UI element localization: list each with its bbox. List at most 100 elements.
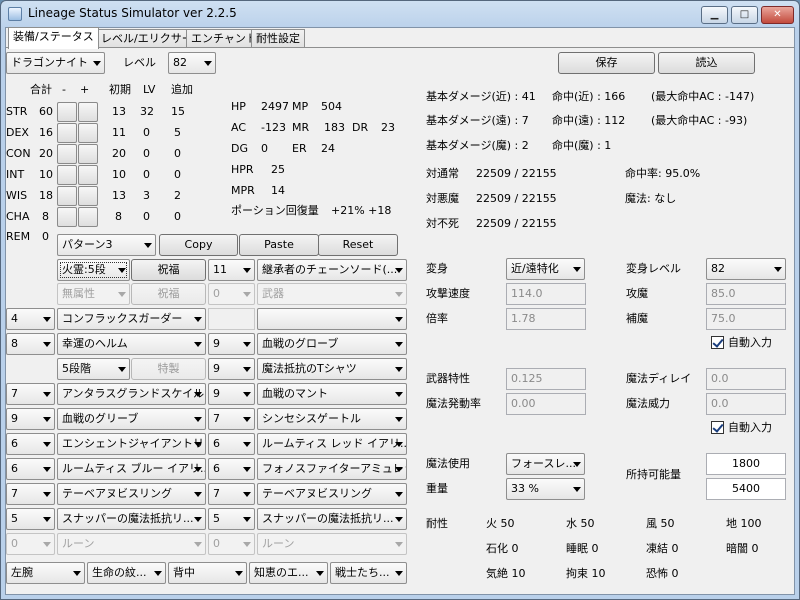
weapon-select[interactable]: 継承者のチェーンソード(... [257, 259, 407, 281]
stat-initial: 13 [112, 189, 126, 202]
bless-button-disabled[interactable]: 祝福 [131, 283, 206, 305]
copy-button[interactable]: Copy [159, 234, 238, 256]
amulet-select[interactable]: フォノスファイターアミュレット [257, 458, 407, 480]
transform-select[interactable]: 近/遠特化 [506, 258, 585, 280]
helm-level-select[interactable]: 8 [6, 333, 55, 355]
rune2-level-select[interactable]: 0 [208, 533, 255, 555]
earring-blue-select[interactable]: ルームティス ブルー イアリ... [57, 458, 206, 480]
ring2-select[interactable]: テーベアヌビスリング [257, 483, 407, 505]
armor-level-select[interactable]: 7 [6, 383, 55, 405]
ring2-level-select[interactable]: 7 [208, 483, 255, 505]
reset-button[interactable]: Reset [318, 234, 398, 256]
shield-level-select[interactable]: 4 [6, 308, 55, 330]
ring1-level-select[interactable]: 7 [6, 483, 55, 505]
glove-level-select[interactable]: 9 [208, 333, 255, 355]
left-arm-select[interactable]: 左腕 [6, 562, 85, 584]
wisdom-select[interactable]: 知恵のエ... [249, 562, 328, 584]
gaiter-select[interactable]: シンセシスゲートル [257, 408, 407, 430]
armor-select[interactable]: アンタラスグランドスケイル... [57, 383, 206, 405]
close-button[interactable]: ✕ [761, 6, 794, 24]
magic-power-field[interactable]: 0.0 [706, 393, 786, 415]
offhand-enchant-select[interactable]: 無属性 [57, 283, 130, 305]
rune2-select[interactable]: ルーン [257, 533, 407, 555]
magic-fire-rate-field[interactable]: 0.00 [506, 393, 586, 415]
auto-input-checkbox-2[interactable] [711, 421, 724, 434]
warriors-select[interactable]: 戦士たち... [330, 562, 407, 584]
ring4-level-select[interactable]: 5 [208, 508, 255, 530]
stat-increase-button[interactable] [78, 144, 98, 164]
helm-select[interactable]: 幸運のヘルム [57, 333, 206, 355]
class-select[interactable]: ドラゴンナイト [6, 52, 105, 74]
chevron-down-icon [395, 542, 403, 547]
ring4-select[interactable]: スナッパーの魔法抵抗リ... [257, 508, 407, 530]
earring-blue-level-select[interactable]: 6 [6, 458, 55, 480]
ring3-level-select[interactable]: 5 [6, 508, 55, 530]
load-button[interactable]: 読込 [658, 52, 755, 74]
weapon-level-select[interactable]: 11 [208, 259, 255, 281]
attack-speed-field[interactable]: 114.0 [506, 283, 586, 305]
rune1-select[interactable]: ルーン [57, 533, 206, 555]
pattern-select[interactable]: パターン3 [57, 234, 156, 256]
capacity-field-1[interactable]: 1800 [706, 453, 786, 475]
stat-increase-button[interactable] [78, 186, 98, 206]
shield-select[interactable]: コンフラックスガーダー [57, 308, 206, 330]
rune1-level-select[interactable]: 0 [6, 533, 55, 555]
title-bar[interactable]: Lineage Status Simulator ver 2.2.5 ▁ □ ✕ [1, 1, 799, 27]
ring1-select[interactable]: テーベアヌビスリング [57, 483, 206, 505]
stat-decrease-button[interactable] [57, 144, 77, 164]
back-select[interactable]: 背中 [168, 562, 247, 584]
paste-button[interactable]: Paste [239, 234, 319, 256]
save-button[interactable]: 保存 [558, 52, 655, 74]
multiplier-field[interactable]: 1.78 [506, 308, 586, 330]
stat-decrease-button[interactable] [57, 207, 77, 227]
stat-increase-button[interactable] [78, 207, 98, 227]
offhand-weapon-select[interactable]: 武器 [257, 283, 407, 305]
ring-level-select[interactable]: 6 [6, 433, 55, 455]
amulet-level-select[interactable]: 6 [208, 458, 255, 480]
glove-select[interactable]: 血戦のグローブ [257, 333, 407, 355]
stage-select[interactable]: 5段階 [57, 358, 130, 380]
support-magic-field[interactable]: 75.0 [706, 308, 786, 330]
ancient-giant-select[interactable]: エンシェントジャイアントリン... [57, 433, 206, 455]
tab-resist-settings[interactable]: 耐性設定 [251, 29, 305, 48]
capacity-field-2[interactable]: 5400 [706, 478, 786, 500]
item-value: ルーン [62, 537, 95, 550]
tab-equipment-status[interactable]: 装備/ステータス [8, 27, 99, 49]
transform-level-select[interactable]: 82 [706, 258, 786, 280]
gaiter-level-select[interactable]: 7 [208, 408, 255, 430]
vs-evil-label: 対悪魔 [426, 192, 459, 205]
earring-red-select[interactable]: ルームティス レッド イアリ... [257, 433, 407, 455]
auto-input-checkbox[interactable] [711, 336, 724, 349]
shirt-level-select[interactable]: 9 [208, 358, 255, 380]
stat-decrease-button[interactable] [57, 186, 77, 206]
cloak-select[interactable]: 血戦のマント [257, 383, 407, 405]
crest-select[interactable]: 生命の紋... [87, 562, 166, 584]
stat-increase-button[interactable] [78, 123, 98, 143]
maximize-button[interactable]: □ [731, 6, 758, 24]
greaves-select[interactable]: 血戦のグリーブ [57, 408, 206, 430]
ring3-select[interactable]: スナッパーの魔法抵抗リ... [57, 508, 206, 530]
weapon-enchant-select[interactable]: 火霊:5段 [57, 259, 130, 281]
tab-level-elixir[interactable]: レベル/エリクサー [96, 29, 198, 48]
greaves-level-select[interactable]: 9 [6, 408, 55, 430]
special-button[interactable]: 特製 [131, 358, 206, 380]
stat-decrease-button[interactable] [57, 102, 77, 122]
earring-red-level-select[interactable]: 6 [208, 433, 255, 455]
weight-select[interactable]: 33 % [506, 478, 585, 500]
attack-magic-field[interactable]: 85.0 [706, 283, 786, 305]
weapon-trait-field[interactable]: 0.125 [506, 368, 586, 390]
shirt-select[interactable]: 魔法抵抗のTシャツ [257, 358, 407, 380]
cloak-level-select[interactable]: 9 [208, 383, 255, 405]
magic-use-select[interactable]: フォースレ... [506, 453, 585, 475]
empty-item-select[interactable] [257, 308, 407, 330]
stat-increase-button[interactable] [78, 102, 98, 122]
level-select[interactable]: 82 [168, 52, 216, 74]
stat-increase-button[interactable] [78, 165, 98, 185]
offhand-level-select[interactable]: 0 [208, 283, 255, 305]
hit-rate: 命中率: 95.0% [625, 167, 701, 180]
stat-decrease-button[interactable] [57, 123, 77, 143]
minimize-button[interactable]: ▁ [701, 6, 728, 24]
magic-delay-field[interactable]: 0.0 [706, 368, 786, 390]
bless-button[interactable]: 祝福 [131, 259, 206, 281]
stat-decrease-button[interactable] [57, 165, 77, 185]
